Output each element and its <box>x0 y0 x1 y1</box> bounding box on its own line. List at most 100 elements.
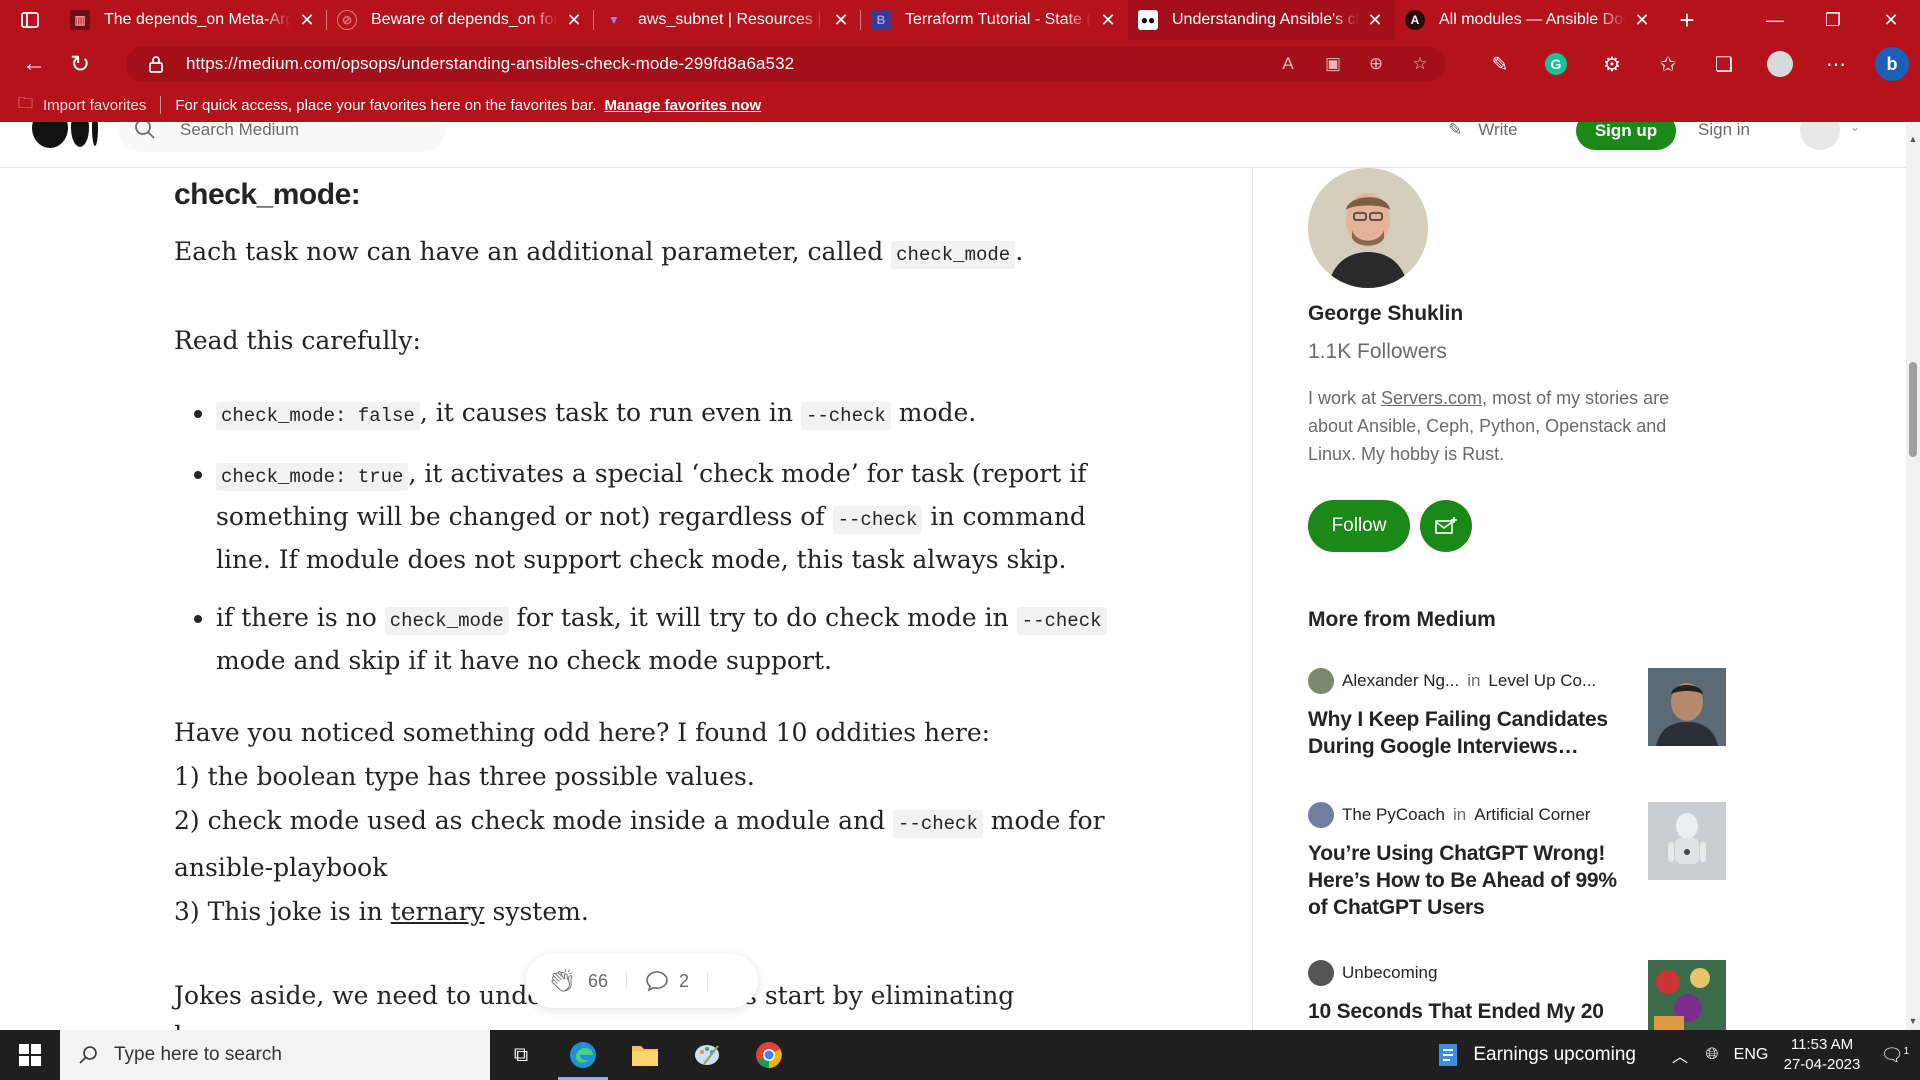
address-bar[interactable]: https://medium.com/opsops/understanding-… <box>126 46 1446 82</box>
task-view-button[interactable]: ⧉ <box>490 1030 552 1080</box>
window-controls: — ❐ ✕ <box>1746 0 1920 40</box>
story-card[interactable]: The PyCoach in Artificial Corner You’re … <box>1308 802 1728 921</box>
in-label: in <box>1467 671 1481 690</box>
close-tab-icon[interactable]: ✕ <box>1098 10 1118 31</box>
tab-understanding-ansible[interactable]: ●● Understanding Ansible's ch ✕ <box>1128 0 1395 40</box>
servers-com-link[interactable]: Servers.com <box>1381 388 1482 408</box>
story-thumbnail[interactable] <box>1648 960 1726 1030</box>
author-name[interactable]: George Shuklin <box>1308 302 1463 326</box>
tab-title: Beware of depends_on for T <box>371 11 558 28</box>
close-window-button[interactable]: ✕ <box>1862 0 1920 40</box>
add-favorite-icon[interactable]: ☆ <box>1408 52 1432 76</box>
story-card[interactable]: Unbecoming 10 Seconds That Ended My 20 <box>1308 960 1728 1030</box>
avatar[interactable] <box>1800 122 1840 150</box>
web-page: Search Medium ✎ Write Sign up Sign in ⌄ … <box>0 122 1906 1030</box>
followers-count[interactable]: 1.1K Followers <box>1308 340 1447 364</box>
refresh-button[interactable]: ↻ <box>58 44 102 84</box>
tab-title: aws_subnet | Resources | ha <box>638 11 825 28</box>
manage-favorites-link[interactable]: Manage favorites now <box>604 97 761 114</box>
sign-in-link[interactable]: Sign in <box>1698 122 1750 140</box>
author-avatar[interactable] <box>1308 168 1428 288</box>
story-thumbnail[interactable] <box>1648 802 1726 880</box>
new-tab-button[interactable]: + <box>1662 0 1712 40</box>
back-button[interactable]: ← <box>12 44 56 84</box>
collections-icon[interactable]: ❏ <box>1696 52 1752 77</box>
read-aloud-icon[interactable]: A <box>1276 52 1300 76</box>
story-thumbnail[interactable] <box>1648 668 1726 746</box>
taskbar-search-input[interactable]: Type here to search <box>60 1030 490 1080</box>
language-indicator[interactable]: ENG <box>1728 1046 1774 1064</box>
notification-center-button[interactable]: 🗨︎1 <box>1870 1045 1920 1066</box>
edge-taskbar-button[interactable] <box>552 1030 614 1080</box>
story-title[interactable]: Why I Keep Failing Candidates During Goo… <box>1308 706 1628 760</box>
refresh-icon: ↻ <box>69 50 91 78</box>
favorites-icon[interactable]: ✩ <box>1640 52 1696 77</box>
tab-actions-button[interactable] <box>0 0 60 40</box>
story-author[interactable]: Unbecoming <box>1342 963 1437 983</box>
folder-icon: 🗀 <box>18 94 34 112</box>
scroll-down-icon[interactable]: ▼ <box>1906 1014 1920 1028</box>
story-card[interactable]: Alexander Ng... in Level Up Co... Why I … <box>1308 668 1728 760</box>
profile-icon[interactable] <box>1752 51 1808 77</box>
taskbar-search-placeholder: Type here to search <box>114 1044 282 1065</box>
close-tab-icon[interactable]: ✕ <box>297 10 317 31</box>
zoom-icon[interactable]: ⊕ <box>1364 52 1388 76</box>
chevron-up-icon[interactable]: ︿ <box>1664 1043 1696 1067</box>
paint-app-button[interactable] <box>676 1030 738 1080</box>
tab-beware-depends-on[interactable]: ⊘ Beware of depends_on for T ✕ <box>327 0 594 40</box>
write-button[interactable]: ✎ Write <box>1448 122 1518 140</box>
bing-icon[interactable]: b <box>1864 47 1920 81</box>
subscribe-email-button[interactable] <box>1420 500 1472 552</box>
close-tab-icon[interactable]: ✕ <box>1632 10 1652 31</box>
tab-terraform-tutorial[interactable]: B Terraform Tutorial - State (te ✕ <box>861 0 1128 40</box>
tab-all-modules-ansible[interactable]: A All modules — Ansible Doc ✕ <box>1395 0 1662 40</box>
lock-icon[interactable] <box>136 55 176 73</box>
clap-button[interactable]: 👏︎ 66 <box>548 968 608 994</box>
scroll-up-icon[interactable]: ▲ <box>1906 132 1920 146</box>
inline-code: check_mode: false <box>216 402 420 430</box>
follow-button[interactable]: Follow <box>1308 500 1410 552</box>
clap-icon: 👏︎ <box>548 968 576 993</box>
network-icon[interactable]: 🌐︎ <box>1696 1046 1728 1064</box>
import-favorites-button[interactable]: 🗀 Import favorites <box>18 93 146 118</box>
news-widget[interactable]: Earnings upcoming <box>1437 1042 1636 1068</box>
tab-aws-subnet[interactable]: ▼ aws_subnet | Resources | ha ✕ <box>594 0 861 40</box>
inline-code: check_mode <box>384 607 509 635</box>
clock[interactable]: 11:53 AM 27-04-2023 <box>1774 1035 1870 1075</box>
start-button[interactable] <box>0 1030 60 1080</box>
grammarly-icon[interactable]: G <box>1528 53 1584 75</box>
text: Each task now can have an additional par… <box>174 237 892 266</box>
more-menu-icon[interactable]: ⋯ <box>1808 52 1864 77</box>
publication-name[interactable]: Level Up Co... <box>1488 671 1596 691</box>
search-medium-input[interactable]: Search Medium <box>118 122 446 152</box>
publication-name[interactable]: Artificial Corner <box>1474 805 1590 825</box>
immersive-reader-icon[interactable]: ▣ <box>1321 52 1345 76</box>
github-icon: ▥ <box>70 10 90 30</box>
responses-button[interactable]: 2 <box>645 970 689 992</box>
chrome-taskbar-button[interactable] <box>738 1030 800 1080</box>
story-title[interactable]: You’re Using ChatGPT Wrong! Here’s How t… <box>1308 840 1628 921</box>
pen-icon[interactable]: ✎ <box>1472 52 1528 77</box>
minimize-button[interactable]: — <box>1746 0 1804 40</box>
scrollbar-thumb[interactable] <box>1909 362 1917 457</box>
story-title[interactable]: 10 Seconds That Ended My 20 <box>1308 998 1628 1025</box>
close-tab-icon[interactable]: ✕ <box>564 10 584 31</box>
tab-depends-on-meta[interactable]: ▥ The depends_on Meta-Argu ✕ <box>60 0 327 40</box>
windows-logo-icon <box>19 1044 41 1066</box>
story-author[interactable]: Alexander Ng... <box>1342 671 1459 691</box>
comment-icon <box>646 971 668 992</box>
restore-button[interactable]: ❐ <box>1804 0 1862 40</box>
sign-up-button[interactable]: Sign up <box>1576 122 1676 150</box>
story-author[interactable]: The PyCoach <box>1342 805 1445 825</box>
page-scrollbar[interactable]: ▲ ▼ <box>1906 122 1920 1030</box>
file-explorer-button[interactable] <box>614 1030 676 1080</box>
close-tab-icon[interactable]: ✕ <box>1365 10 1385 31</box>
ansible-icon: A <box>1405 10 1425 30</box>
ternary-link[interactable]: ternary <box>391 897 485 926</box>
address-toolbar: ← ↻ https://medium.com/opsops/understand… <box>0 40 1920 88</box>
medium-logo[interactable] <box>32 122 98 148</box>
chevron-down-icon[interactable]: ⌄ <box>1850 122 1860 134</box>
close-tab-icon[interactable]: ✕ <box>831 10 851 31</box>
extensions-icon[interactable]: ⚙ <box>1584 52 1640 77</box>
medium-icon: ●● <box>1138 10 1158 30</box>
